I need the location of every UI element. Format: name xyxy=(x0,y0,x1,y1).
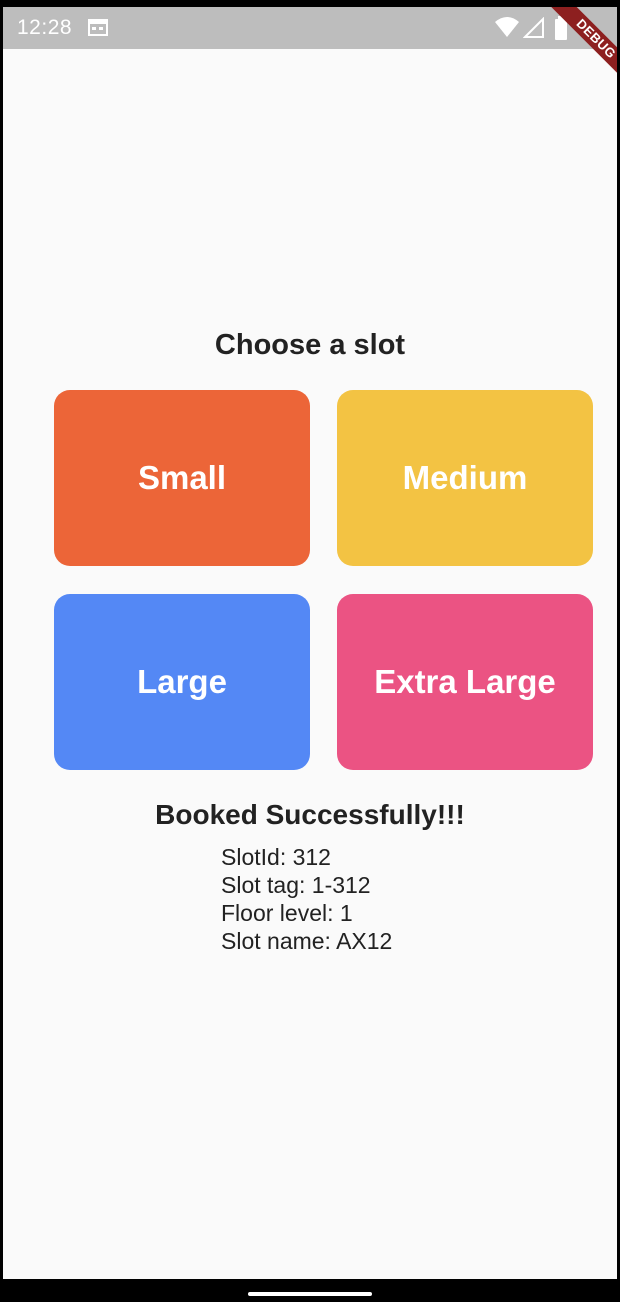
booking-details: SlotId: 312 Slot tag: 1-312 Floor level:… xyxy=(221,843,392,955)
slot-large-button[interactable]: Large xyxy=(54,594,310,770)
booking-status: Booked Successfully!!! xyxy=(155,799,465,830)
floor-level-text: Floor level: 1 xyxy=(221,900,353,926)
status-bar: 12:28 xyxy=(3,7,617,49)
wifi-icon xyxy=(494,16,520,38)
slot-tag-text: Slot tag: 1-312 xyxy=(221,872,371,898)
slot-small-button[interactable]: Small xyxy=(54,390,310,566)
slot-id-text: SlotId: 312 xyxy=(221,844,331,870)
home-indicator[interactable] xyxy=(248,1292,372,1296)
slot-extra-large-button[interactable]: Extra Large xyxy=(337,594,593,770)
signal-icon xyxy=(522,16,545,39)
app-screen: 12:28 DEBUG Choose a slot Small Medium L… xyxy=(3,7,617,1279)
calendar-icon xyxy=(88,18,108,36)
system-navbar xyxy=(0,1279,620,1302)
slot-name-text: Slot name: AX12 xyxy=(221,928,393,954)
page-title: Choose a slot xyxy=(214,329,406,361)
status-time: 12:28 xyxy=(17,16,73,39)
slot-medium-button[interactable]: Medium xyxy=(337,390,593,566)
